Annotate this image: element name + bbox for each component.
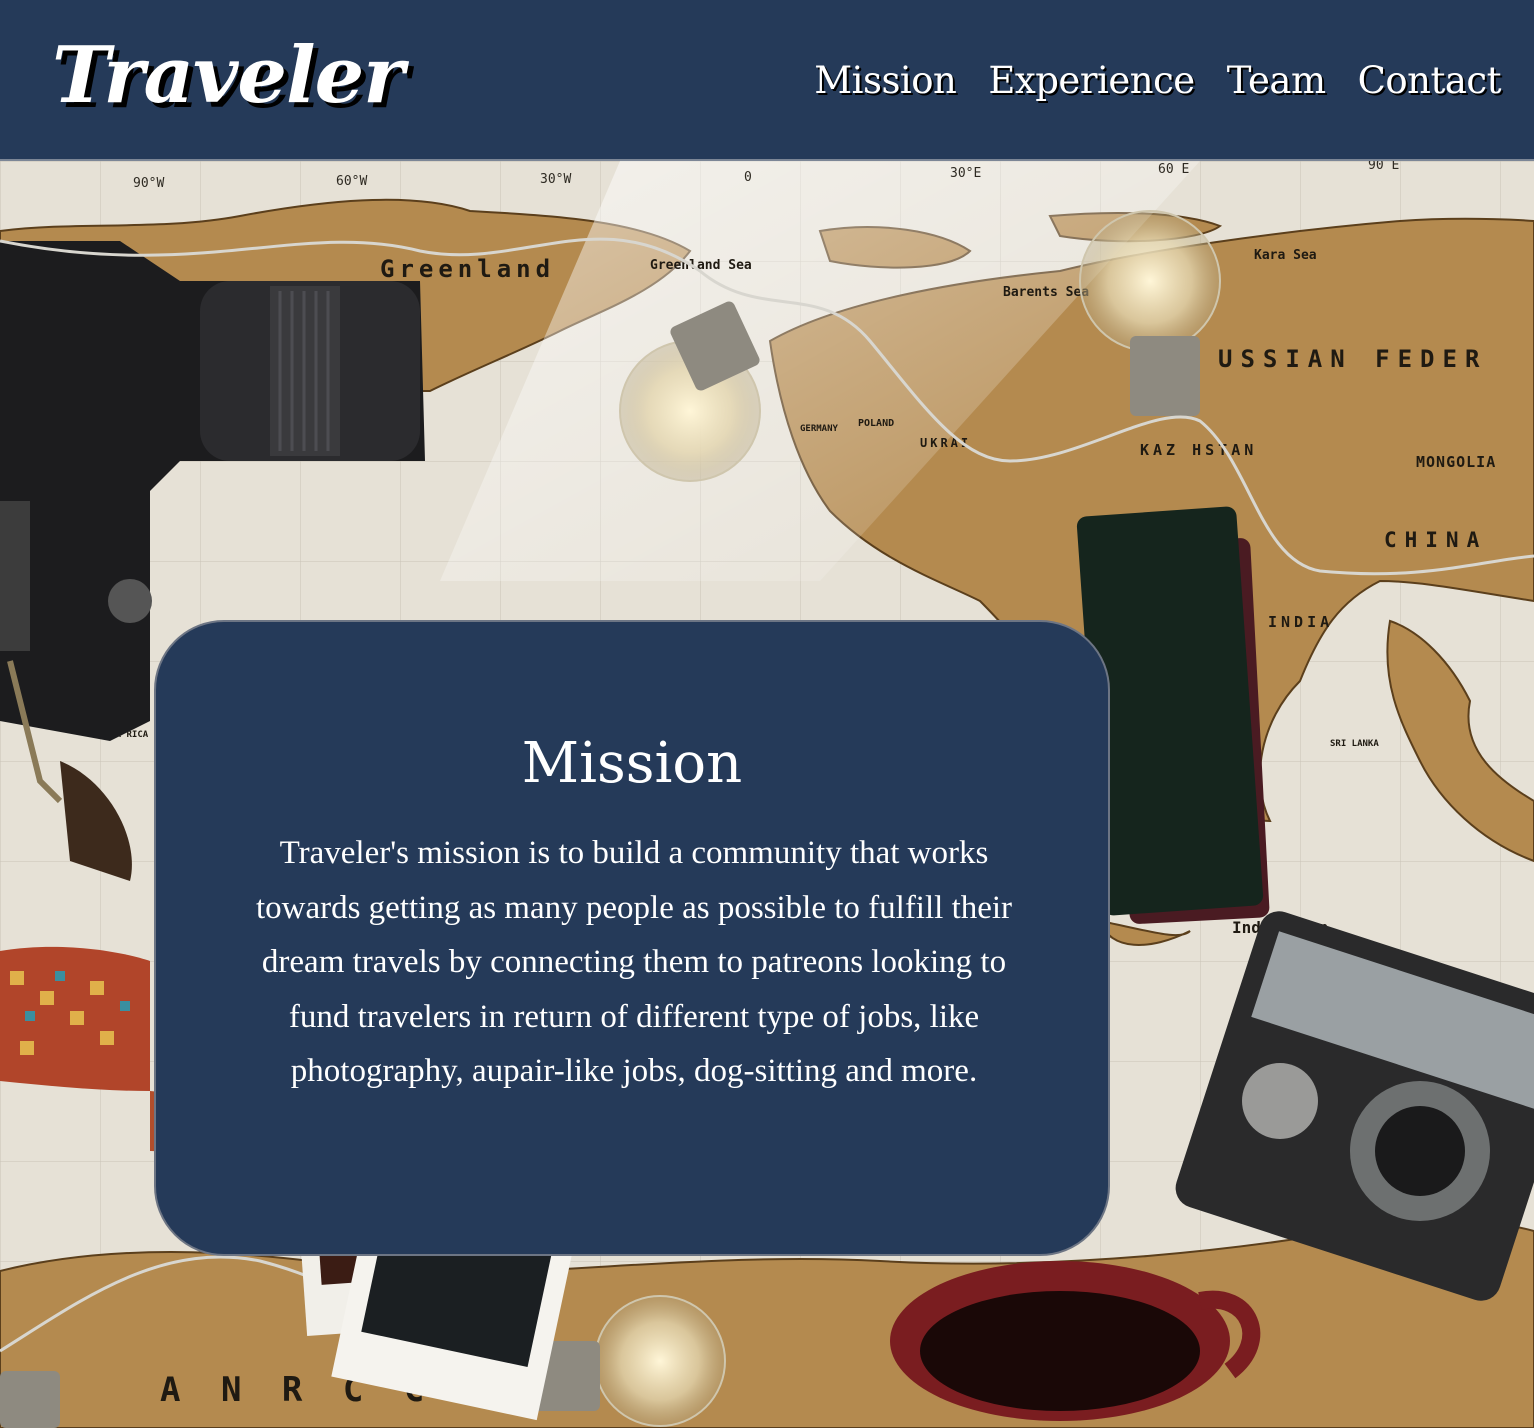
map-label-china: CHINA: [1384, 528, 1487, 552]
mission-title: Mission: [521, 731, 743, 796]
map-label-greenland: Greenland: [380, 255, 555, 283]
map-label-30w: 30°W: [540, 172, 571, 187]
nav-link-experience[interactable]: Experience: [988, 56, 1195, 106]
mission-body: Traveler's mission is to build a communi…: [255, 835, 1013, 1089]
map-label-india: INDIA: [1268, 613, 1333, 631]
hero-background: 90°W 60°W 30°W 0 30°E 60 E 90 E Greenlan…: [0, 161, 1534, 1428]
map-label-germany: GERMANY: [800, 424, 839, 434]
nav-link-contact[interactable]: Contact: [1358, 56, 1502, 106]
map-label-60e: 60 E: [1158, 162, 1189, 177]
map-label-0: 0: [744, 170, 752, 185]
map-label-90w: 90°W: [133, 176, 164, 191]
map-label-russia: USSIAN FEDER: [1218, 345, 1487, 373]
site-logo[interactable]: Traveler: [52, 26, 404, 126]
map-label-mongolia: MONGOLIA: [1416, 453, 1496, 471]
site-header: Traveler Mission Experience Team Contact: [0, 0, 1534, 161]
mission-card: Mission Traveler's mission is to build a…: [154, 620, 1110, 1256]
map-label-30e: 30°E: [950, 166, 981, 181]
map-label-kazakhstan: KAZ HSTAN: [1140, 441, 1257, 459]
map-label-poland: POLAND: [858, 418, 894, 429]
map-label-sri-lanka: SRI LANKA: [1330, 739, 1379, 749]
map-label-kara-sea: Kara Sea: [1254, 248, 1317, 263]
nav-link-team[interactable]: Team: [1227, 56, 1326, 106]
map-label-60w: 60°W: [336, 174, 367, 189]
main-nav: Mission Experience Team Contact: [814, 56, 1501, 106]
nav-link-mission[interactable]: Mission: [814, 56, 957, 106]
map-label-90e: 90 E: [1368, 161, 1399, 173]
map-label-barents-sea: Barents Sea: [1003, 285, 1089, 300]
